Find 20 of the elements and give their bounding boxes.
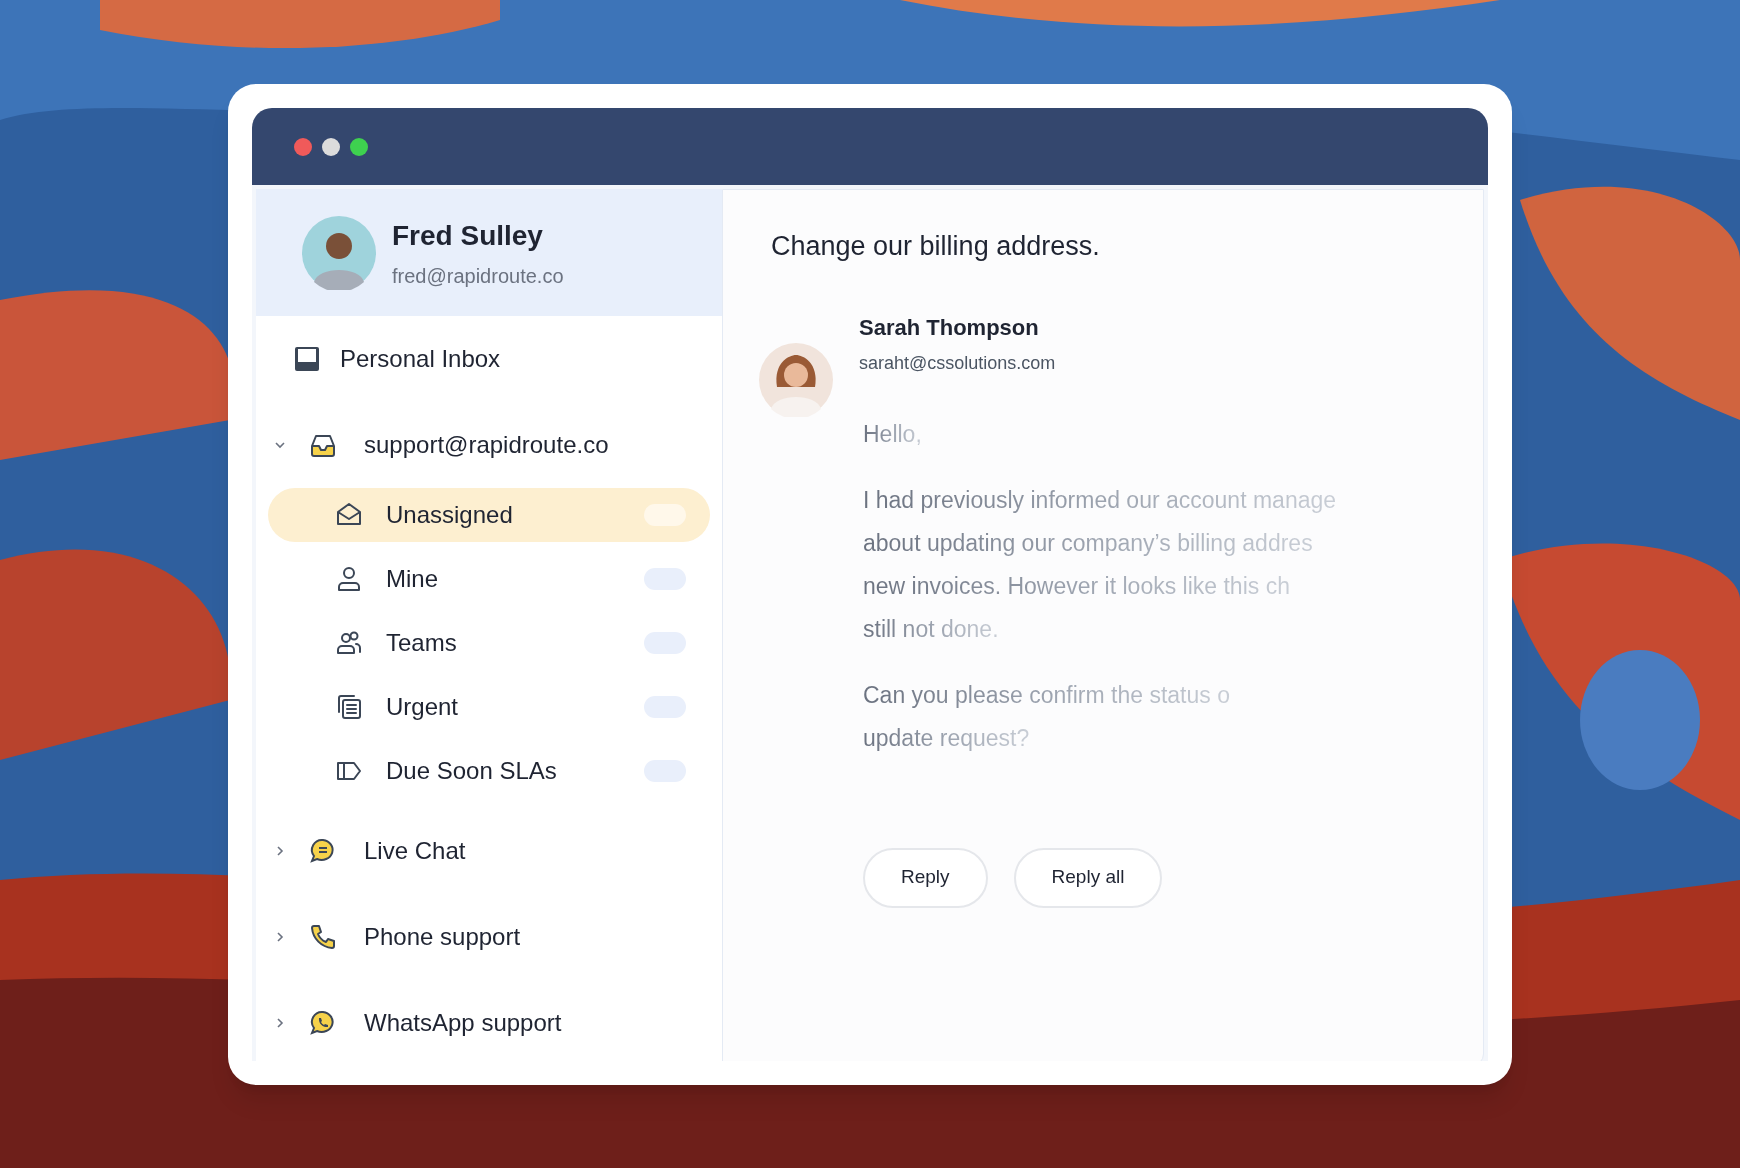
nav-item[interactable]: Personal Inbox	[256, 316, 722, 402]
nav-item[interactable]: Phone support	[256, 894, 722, 980]
folder-item[interactable]: Unassigned	[268, 488, 710, 542]
message-subject: Change our billing address.	[771, 230, 1101, 263]
folder-item[interactable]: Due Soon SLAs	[268, 744, 710, 798]
profile-name: Fred Sulley	[392, 218, 544, 253]
nav-item[interactable]: Live Chat	[256, 808, 722, 894]
nav-item[interactable]: WhatsApp support	[256, 980, 722, 1061]
count-pill	[644, 504, 686, 526]
tray-icon	[292, 344, 322, 374]
nav-item[interactable]: support@rapidroute.co	[256, 402, 722, 488]
folder-item[interactable]: Urgent	[268, 680, 710, 734]
folder-item[interactable]: Teams	[268, 616, 710, 670]
sender-name: Sarah Thompson	[859, 313, 1040, 342]
profile-email: fred@rapidroute.co	[392, 263, 564, 289]
sender-email: saraht@cssolutions.com	[859, 351, 1056, 375]
folder-item[interactable]: Mine	[268, 552, 710, 606]
phone-icon	[308, 922, 338, 952]
reply-button[interactable]: Reply all	[1013, 847, 1163, 908]
reply-button[interactable]: Reply	[863, 847, 988, 908]
